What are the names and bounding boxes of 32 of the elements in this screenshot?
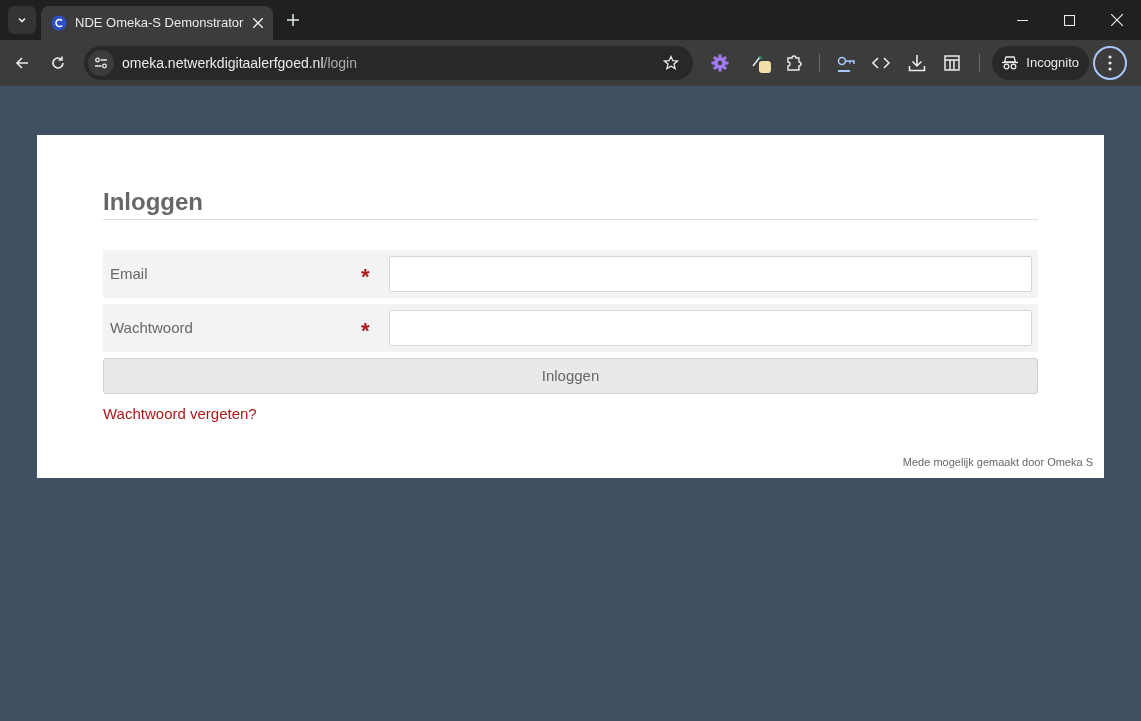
url-text: omeka.netwerkdigitaalerfgoed.nl/login	[121, 53, 357, 73]
login-button[interactable]: Inloggen	[103, 358, 1038, 394]
gear-icon[interactable]	[710, 54, 729, 72]
eyedropper-icon[interactable]	[750, 52, 773, 74]
page-heading: Inloggen	[103, 187, 204, 217]
browser-tab[interactable]: NDE Omeka-S Demonstrator	[41, 6, 273, 40]
back-icon[interactable]	[14, 55, 30, 71]
input-field[interactable]	[389, 310, 1032, 346]
code-icon[interactable]	[872, 56, 891, 70]
menu-button[interactable]	[1093, 46, 1127, 80]
field-label: Wachtwoord	[110, 317, 194, 338]
tab-title: NDE Omeka-S Demonstrator	[75, 14, 245, 33]
more-icon	[1108, 55, 1113, 71]
site-settings-icon[interactable]	[93, 56, 108, 70]
maximize-icon[interactable]	[1064, 14, 1075, 26]
close-tab-icon[interactable]	[253, 18, 263, 28]
required-marker: *	[361, 263, 371, 288]
forgot-password-link[interactable]: Wachtwoord vergeten?	[103, 405, 257, 422]
download-icon[interactable]	[908, 54, 927, 72]
field-label: Email	[110, 263, 149, 284]
incognito-chip[interactable]: Incognito	[992, 46, 1090, 80]
puzzle-icon[interactable]	[784, 54, 803, 72]
address-bar[interactable]: omeka.netwerkdigitaalerfgoed.nl/login	[83, 46, 693, 80]
side-panel-icon[interactable]	[944, 55, 961, 71]
footer-text: Mede mogelijk gemaakt door Omeka S	[902, 454, 1093, 470]
incognito-icon	[1002, 56, 1019, 70]
input-field[interactable]	[389, 256, 1032, 292]
star-icon[interactable]	[662, 55, 679, 71]
close-icon[interactable]	[1111, 14, 1123, 26]
new-tab-icon[interactable]	[287, 14, 299, 26]
reload-icon[interactable]	[49, 55, 66, 71]
required-marker: *	[361, 317, 371, 342]
